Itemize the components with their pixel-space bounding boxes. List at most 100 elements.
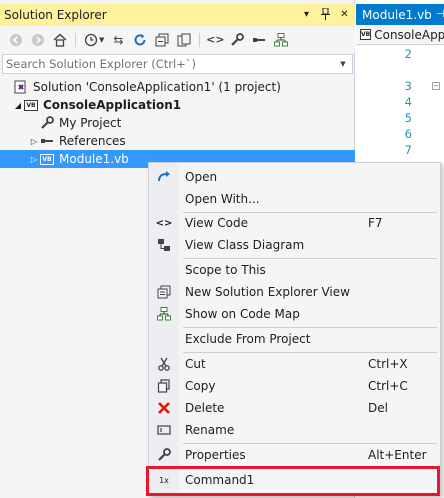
rename-icon <box>156 422 172 438</box>
view-code-icon[interactable]: <> <box>205 30 225 50</box>
menu-item-label: View Code <box>185 216 249 230</box>
tree-label: ConsoleApplication1 <box>43 98 182 112</box>
tree-item-references[interactable]: ▷ References <box>0 132 355 150</box>
references-icon <box>39 134 55 148</box>
line-number: 7 <box>404 143 412 157</box>
menu-item-label: Copy <box>185 379 216 393</box>
menu-item-label: Exclude From Project <box>185 332 311 346</box>
view-code-icon: <> <box>155 217 173 229</box>
line-number: 4 <box>404 95 412 109</box>
cut-icon <box>156 356 172 372</box>
highlight-box <box>146 466 440 496</box>
menu-item-shortcut: Del <box>368 401 388 415</box>
collapsed-arrow-icon[interactable]: ▷ <box>29 155 39 164</box>
line-number: 3 <box>404 79 412 93</box>
line-number-gutter: 2 3− 4 5 6 7 <box>356 46 444 158</box>
line-number: 2 <box>404 47 412 61</box>
search-placeholder: Search Solution Explorer (Ctrl+`) <box>6 57 197 71</box>
code-line: 4 <box>356 94 444 110</box>
vb-file-icon: VB <box>39 152 55 166</box>
menu-item-view-code[interactable]: <> View Code F7 <box>149 212 440 234</box>
collapsed-arrow-icon[interactable]: ▷ <box>29 137 39 146</box>
toolbar-separator <box>199 32 201 47</box>
menu-item-label: Open With... <box>185 192 260 206</box>
menu-item-properties[interactable]: Properties Alt+Enter <box>149 444 440 466</box>
menu-item-label: New Solution Explorer View <box>185 285 350 299</box>
class-diagram-icon[interactable] <box>271 30 291 50</box>
menu-item-shortcut: Ctrl+C <box>368 379 408 393</box>
vb-project-icon: VB <box>23 98 39 112</box>
menu-item-shortcut: Alt+Enter <box>368 448 427 462</box>
back-icon[interactable] <box>6 30 26 50</box>
menu-item-rename[interactable]: Rename <box>149 419 440 441</box>
code-line: 5 <box>356 110 444 126</box>
menu-item-label: Delete <box>185 401 225 415</box>
tab-pin-icon[interactable]: ⊣ <box>436 9 444 20</box>
vb-project-icon: VB <box>360 29 372 40</box>
tree-label: References <box>59 134 126 148</box>
show-all-files-icon[interactable] <box>174 30 194 50</box>
menu-item-open-with[interactable]: Open With... <box>149 188 440 210</box>
history-icon[interactable] <box>81 30 101 50</box>
tree-label: My Project <box>59 116 122 130</box>
menu-item-exclude-from-project[interactable]: Exclude From Project <box>149 328 440 350</box>
copy-icon <box>156 378 172 394</box>
code-line: 6 <box>356 126 444 142</box>
wrench-icon <box>39 116 55 130</box>
solution-explorer-header[interactable]: Solution Explorer ▾ ✕ <box>0 4 355 26</box>
forward-icon[interactable] <box>28 30 48 50</box>
menu-item-show-on-code-map[interactable]: Show on Code Map <box>149 303 440 325</box>
menu-item-scope-to-this[interactable]: Scope to This <box>149 259 440 281</box>
solution-explorer-toolbar: ▼ ⇆ <> <box>0 27 355 52</box>
editor-navigation-bar[interactable]: VB ConsoleApplication1 <box>356 25 444 45</box>
search-input[interactable]: Search Solution Explorer (Ctrl+`) ▼ <box>2 54 353 74</box>
header-buttons: ▾ ✕ <box>300 7 351 21</box>
tree-item-my-project[interactable]: My Project <box>0 114 355 132</box>
search-dropdown-icon[interactable]: ▼ <box>334 60 352 68</box>
fold-icon[interactable]: − <box>432 82 440 90</box>
code-line: 7 <box>356 142 444 158</box>
line-number: 5 <box>404 111 412 125</box>
window-position-icon[interactable]: ▾ <box>300 7 313 21</box>
solution-icon <box>13 80 29 94</box>
collapse-all-icon[interactable] <box>152 30 172 50</box>
menu-item-label: Cut <box>185 357 206 371</box>
menu-item-label: Properties <box>185 448 246 462</box>
menu-item-shortcut: F7 <box>368 216 383 230</box>
toolbar-separator <box>75 32 76 47</box>
preview-icon[interactable] <box>249 30 269 50</box>
tree-item-project[interactable]: ◢ VB ConsoleApplication1 <box>0 96 355 114</box>
menu-item-delete[interactable]: Delete Del <box>149 397 440 419</box>
class-diagram-icon <box>156 237 172 253</box>
solution-tree: Solution 'ConsoleApplication1' (1 projec… <box>0 78 355 168</box>
properties-icon[interactable] <box>227 30 247 50</box>
editor-tab-label: Module1.vb <box>362 7 432 22</box>
menu-item-new-solution-explorer-view[interactable]: New Solution Explorer View <box>149 281 440 303</box>
tree-item-solution[interactable]: Solution 'ConsoleApplication1' (1 projec… <box>0 78 355 96</box>
menu-item-view-class-diagram[interactable]: View Class Diagram <box>149 234 440 256</box>
tree-label: Solution 'ConsoleApplication1' (1 projec… <box>33 80 281 94</box>
expanded-arrow-icon[interactable]: ◢ <box>13 101 23 110</box>
menu-item-label: View Class Diagram <box>185 238 305 252</box>
pin-icon[interactable] <box>319 7 332 21</box>
menu-item-label: Open <box>185 170 218 184</box>
code-line: 2 <box>356 46 444 62</box>
menu-item-label: Rename <box>185 423 235 437</box>
context-menu: Open Open With... <> View Code F7 View C… <box>148 162 441 496</box>
menu-item-copy[interactable]: Copy Ctrl+C <box>149 375 440 397</box>
wrench-icon <box>156 447 172 463</box>
code-line: 3− <box>356 78 444 94</box>
solution-explorer-title: Solution Explorer <box>4 8 107 22</box>
menu-item-open[interactable]: Open <box>149 166 440 188</box>
new-view-icon <box>156 284 172 300</box>
home-icon[interactable] <box>50 30 70 50</box>
tree-label: Module1.vb <box>59 152 129 166</box>
line-number: 6 <box>404 127 412 141</box>
menu-item-label: Scope to This <box>185 263 266 277</box>
menu-item-cut[interactable]: Cut Ctrl+X <box>149 353 440 375</box>
history-dropdown-icon[interactable]: ▼ <box>99 36 104 44</box>
sync-icon[interactable]: ⇆ <box>108 30 128 50</box>
editor-tab[interactable]: Module1.vb ⊣ <box>356 4 444 25</box>
close-icon[interactable]: ✕ <box>338 7 351 21</box>
refresh-icon[interactable] <box>130 30 150 50</box>
